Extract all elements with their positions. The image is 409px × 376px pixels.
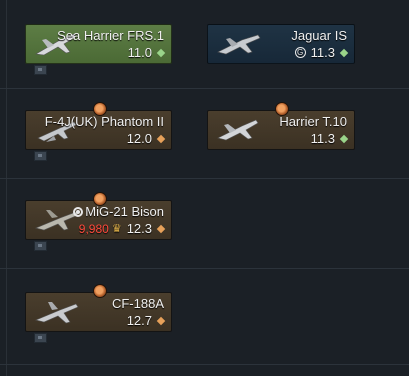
br-value: 11.3 xyxy=(310,131,335,146)
br-value: 12.0 xyxy=(126,131,152,146)
vehicle-card-mig21-bison[interactable]: MiG-21 Bison 9,980 ♛ 12.3 xyxy=(25,192,172,251)
rank-divider xyxy=(0,88,409,89)
vehicle-name: Harrier T.10 xyxy=(279,114,347,129)
battle-rating: 12.7 xyxy=(126,313,166,328)
vehicle-card-f4j-phantom[interactable]: F-4J(UK) Phantom II 12.0 xyxy=(25,102,172,161)
br-value: 11.3 xyxy=(310,45,335,60)
rank-divider xyxy=(0,268,409,269)
br-value: 12.7 xyxy=(126,313,152,328)
br-value: 11.0 xyxy=(127,45,152,60)
rank-icon xyxy=(34,241,47,251)
aircraft-icon xyxy=(35,302,79,324)
eagle-icon: ♛ xyxy=(111,223,122,235)
br-diamond-icon xyxy=(156,224,166,233)
br-diamond-icon xyxy=(156,134,166,143)
br-diamond-icon xyxy=(156,48,166,57)
battle-rating: 11.3 xyxy=(310,131,349,146)
vehicle-name: Sea Harrier FRS.1 xyxy=(57,28,164,43)
br-value: 12.3 xyxy=(126,221,152,236)
vehicle-card-cf188a[interactable]: CF-188A 12.7 xyxy=(25,284,172,343)
battle-rating: 12.0 xyxy=(126,131,166,146)
tree-left-border xyxy=(6,0,7,376)
battle-rating: 11.0 xyxy=(127,45,166,60)
vehicle-name: F-4J(UK) Phantom II xyxy=(44,114,164,129)
aircraft-icon xyxy=(217,34,261,55)
rank-divider xyxy=(0,364,409,365)
vehicle-card-jaguar-is[interactable]: Jaguar IS G 11.3 xyxy=(207,24,355,64)
vehicle-card-harrier-t10[interactable]: Harrier T.10 11.3 xyxy=(207,102,355,150)
rank-icon xyxy=(34,333,47,343)
target-icon xyxy=(73,207,84,217)
vehicle-card-sea-harrier[interactable]: Sea Harrier FRS.1 11.0 xyxy=(25,24,172,75)
vehicle-name-row: MiG-21 Bison xyxy=(73,204,164,219)
aircraft-icon xyxy=(217,119,259,141)
battle-rating: G 11.3 xyxy=(294,45,349,60)
battle-rating: 9,980 ♛ 12.3 xyxy=(78,221,166,236)
vehicle-name: Jaguar IS xyxy=(291,28,347,43)
rank-icon xyxy=(34,151,47,161)
br-diamond-icon xyxy=(156,316,166,325)
gold-coin-icon: G xyxy=(294,47,306,58)
br-diamond-icon xyxy=(339,134,349,143)
research-cost: 9,980 xyxy=(78,221,109,236)
br-diamond-icon xyxy=(339,48,349,57)
vehicle-name: MiG-21 Bison xyxy=(85,204,164,219)
rank-icon xyxy=(34,65,47,75)
vehicle-name: CF-188A xyxy=(111,296,164,311)
research-badge-icon xyxy=(93,284,107,298)
rank-divider xyxy=(0,178,409,179)
